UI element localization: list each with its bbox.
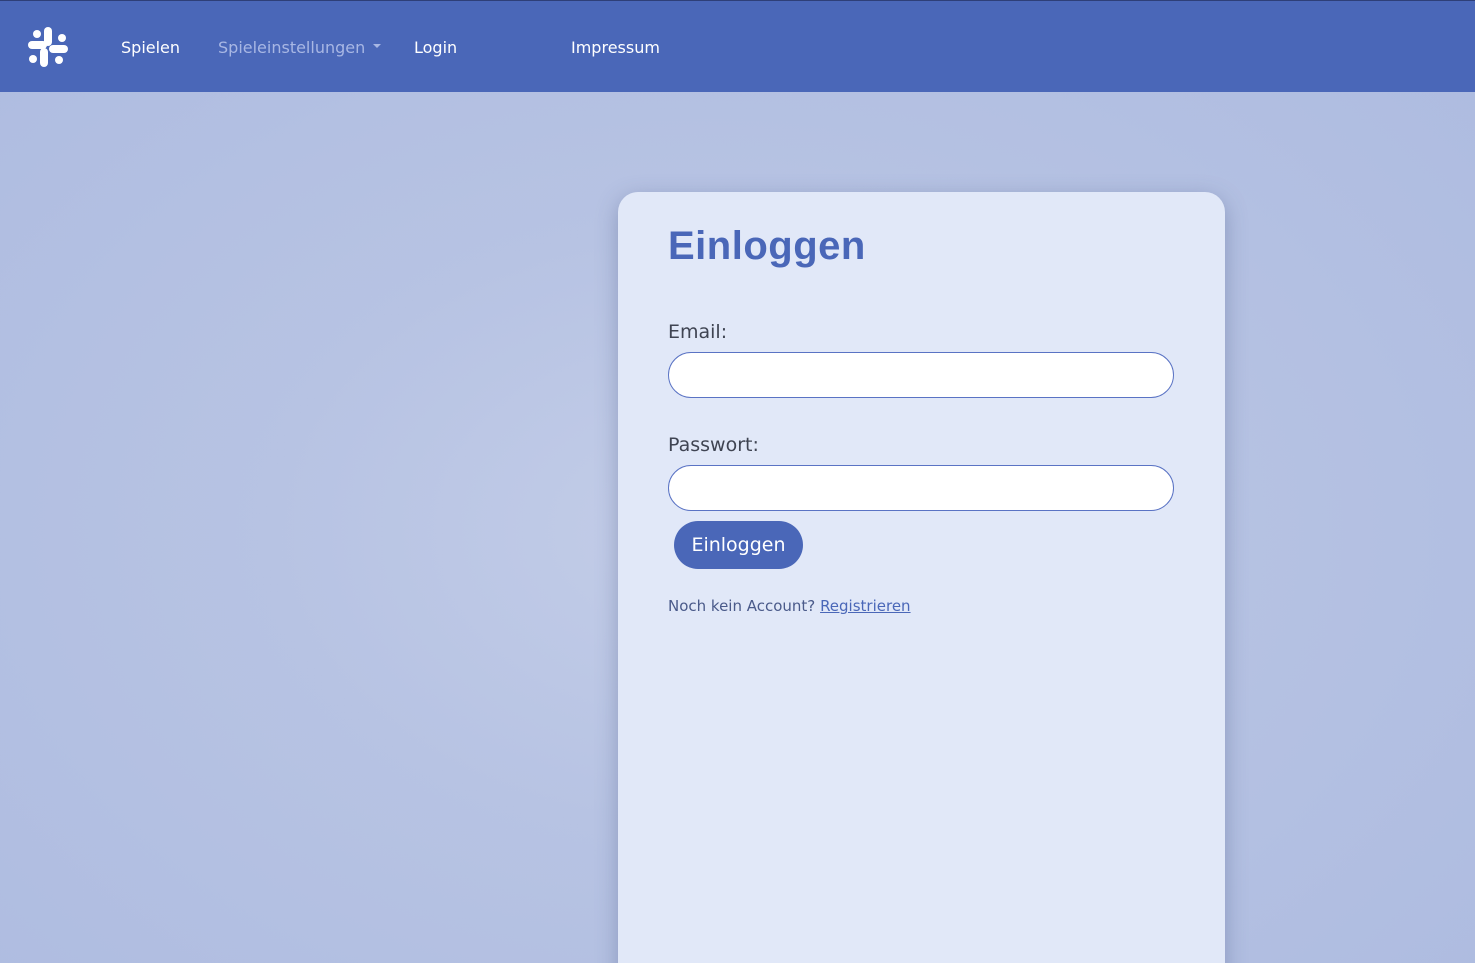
register-prompt-line: Noch kein Account? Registrieren	[668, 596, 911, 616]
caret-down-icon	[373, 43, 382, 48]
email-label: Email:	[668, 321, 728, 343]
nav-dropdown-label: Spieleinstellungen	[218, 38, 366, 57]
nav-dropdown-game-settings[interactable]: Spieleinstellungen	[218, 37, 382, 59]
nav-link-imprint[interactable]: Impressum	[571, 37, 660, 59]
page-title: Einloggen	[668, 224, 866, 268]
register-prompt-text: Noch kein Account?	[668, 597, 816, 615]
login-card: Einloggen Email: Passwort: Einloggen Noc…	[618, 192, 1225, 963]
email-field[interactable]	[668, 352, 1174, 398]
nav-link-login[interactable]: Login	[414, 37, 457, 59]
login-button[interactable]: Einloggen	[674, 521, 803, 569]
logo-icon[interactable]	[27, 26, 69, 68]
password-label: Passwort:	[668, 434, 759, 456]
register-link[interactable]: Registrieren	[820, 597, 911, 615]
slack-logo-icon	[28, 27, 68, 67]
nav-link-play[interactable]: Spielen	[121, 37, 180, 59]
password-field[interactable]	[668, 465, 1174, 511]
top-navbar: Spielen Spieleinstellungen Login Impress…	[0, 0, 1475, 92]
